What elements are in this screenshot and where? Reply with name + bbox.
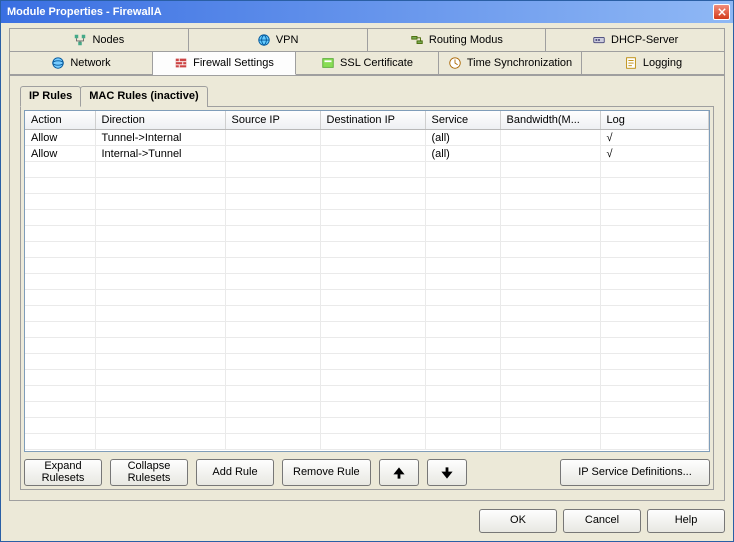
tab-label: SSL Certificate	[340, 57, 413, 69]
empty-row	[25, 434, 709, 450]
vpn-icon	[257, 33, 271, 47]
rules-table[interactable]: ActionDirectionSource IPDestination IPSe…	[24, 110, 710, 452]
empty-row	[25, 386, 709, 402]
tab-label: Firewall Settings	[193, 57, 274, 69]
empty-row	[25, 194, 709, 210]
col-service[interactable]: Service	[425, 111, 500, 130]
table-row[interactable]: AllowTunnel->Internal (all) √	[25, 130, 709, 146]
iprules-panel: ActionDirectionSource IPDestination IPSe…	[20, 106, 714, 490]
empty-row	[25, 402, 709, 418]
empty-row	[25, 242, 709, 258]
empty-row	[25, 290, 709, 306]
arrow-up-icon	[392, 466, 406, 480]
ok-button[interactable]: OK	[479, 509, 557, 533]
tab-timesync[interactable]: Time Synchronization	[439, 52, 582, 75]
tab-label: Routing Modus	[429, 34, 503, 46]
tab-logging[interactable]: Logging	[582, 52, 724, 75]
cell-action: Allow	[25, 130, 95, 146]
tab-label: DHCP-Server	[611, 34, 678, 46]
cell-bandwidth	[500, 130, 600, 146]
empty-row	[25, 162, 709, 178]
logging-icon	[624, 56, 638, 70]
tab-label: VPN	[276, 34, 299, 46]
cell-action: Allow	[25, 146, 95, 162]
sub-tabs: IP RulesMAC Rules (inactive)	[20, 86, 714, 107]
cell-direction: Internal->Tunnel	[95, 146, 225, 162]
tab-ssl[interactable]: SSL Certificate	[296, 52, 439, 75]
remove-rule-button[interactable]: Remove Rule	[282, 459, 371, 486]
move-down-button[interactable]	[427, 459, 467, 486]
tab-firewall[interactable]: Firewall Settings	[153, 52, 296, 75]
tab-label: Nodes	[92, 34, 124, 46]
empty-row	[25, 322, 709, 338]
cell-sourceip	[225, 146, 320, 162]
nodes-icon	[73, 33, 87, 47]
timesync-icon	[448, 56, 462, 70]
arrow-down-icon	[440, 466, 454, 480]
col-log[interactable]: Log	[600, 111, 709, 130]
subtab-macrules[interactable]: MAC Rules (inactive)	[80, 86, 207, 107]
col-action[interactable]: Action	[25, 111, 95, 130]
empty-row	[25, 370, 709, 386]
subtab-iprules[interactable]: IP Rules	[20, 86, 81, 107]
col-direction[interactable]: Direction	[95, 111, 225, 130]
dhcp-icon	[592, 33, 606, 47]
dialog-buttons: OK Cancel Help	[9, 501, 725, 533]
cancel-button[interactable]: Cancel	[563, 509, 641, 533]
col-bandwidth[interactable]: Bandwidth(M...	[500, 111, 600, 130]
cell-bandwidth	[500, 146, 600, 162]
ip-service-definitions-button[interactable]: IP Service Definitions...	[560, 459, 710, 486]
ssl-icon	[321, 56, 335, 70]
cell-destip	[320, 146, 425, 162]
move-up-button[interactable]	[379, 459, 419, 486]
cell-log: √	[600, 130, 709, 146]
main-tab-rows: Nodes VPN Routing Modus DHCP-Server Network…	[9, 28, 725, 75]
cell-service: (all)	[425, 130, 500, 146]
tab-label: Logging	[643, 57, 682, 69]
empty-row	[25, 258, 709, 274]
titlebar: Module Properties - FirewallA	[1, 1, 733, 23]
cell-log: √	[600, 146, 709, 162]
col-sourceip[interactable]: Source IP	[225, 111, 320, 130]
firewall-panel: IP RulesMAC Rules (inactive) ActionDirec…	[9, 75, 725, 501]
close-button[interactable]	[713, 4, 730, 20]
cell-service: (all)	[425, 146, 500, 162]
expand-rulesets-button[interactable]: ExpandRulesets	[24, 459, 102, 486]
empty-row	[25, 210, 709, 226]
window: Module Properties - FirewallA Nodes VPN Ro…	[0, 0, 734, 542]
window-title: Module Properties - FirewallA	[7, 6, 713, 18]
empty-row	[25, 306, 709, 322]
tab-network[interactable]: Network	[10, 52, 153, 75]
firewall-icon	[174, 56, 188, 70]
cell-destip	[320, 130, 425, 146]
cell-direction: Tunnel->Internal	[95, 130, 225, 146]
tab-dhcp[interactable]: DHCP-Server	[546, 29, 724, 52]
empty-row	[25, 226, 709, 242]
table-row[interactable]: AllowInternal->Tunnel (all) √	[25, 146, 709, 162]
empty-row	[25, 418, 709, 434]
add-rule-button[interactable]: Add Rule	[196, 459, 274, 486]
toolbuttons: ExpandRulesets CollapseRulesets Add Rule…	[24, 452, 710, 486]
empty-row	[25, 338, 709, 354]
help-button[interactable]: Help	[647, 509, 725, 533]
network-icon	[51, 56, 65, 70]
tab-nodes[interactable]: Nodes	[10, 29, 189, 52]
routing-icon	[410, 33, 424, 47]
collapse-rulesets-button[interactable]: CollapseRulesets	[110, 459, 188, 486]
empty-row	[25, 178, 709, 194]
tab-label: Time Synchronization	[467, 57, 572, 69]
tab-vpn[interactable]: VPN	[189, 29, 368, 52]
cell-sourceip	[225, 130, 320, 146]
tab-label: Network	[70, 57, 110, 69]
empty-row	[25, 354, 709, 370]
content: Nodes VPN Routing Modus DHCP-Server Network…	[1, 23, 733, 541]
col-destip[interactable]: Destination IP	[320, 111, 425, 130]
empty-row	[25, 274, 709, 290]
tab-routing[interactable]: Routing Modus	[368, 29, 547, 52]
